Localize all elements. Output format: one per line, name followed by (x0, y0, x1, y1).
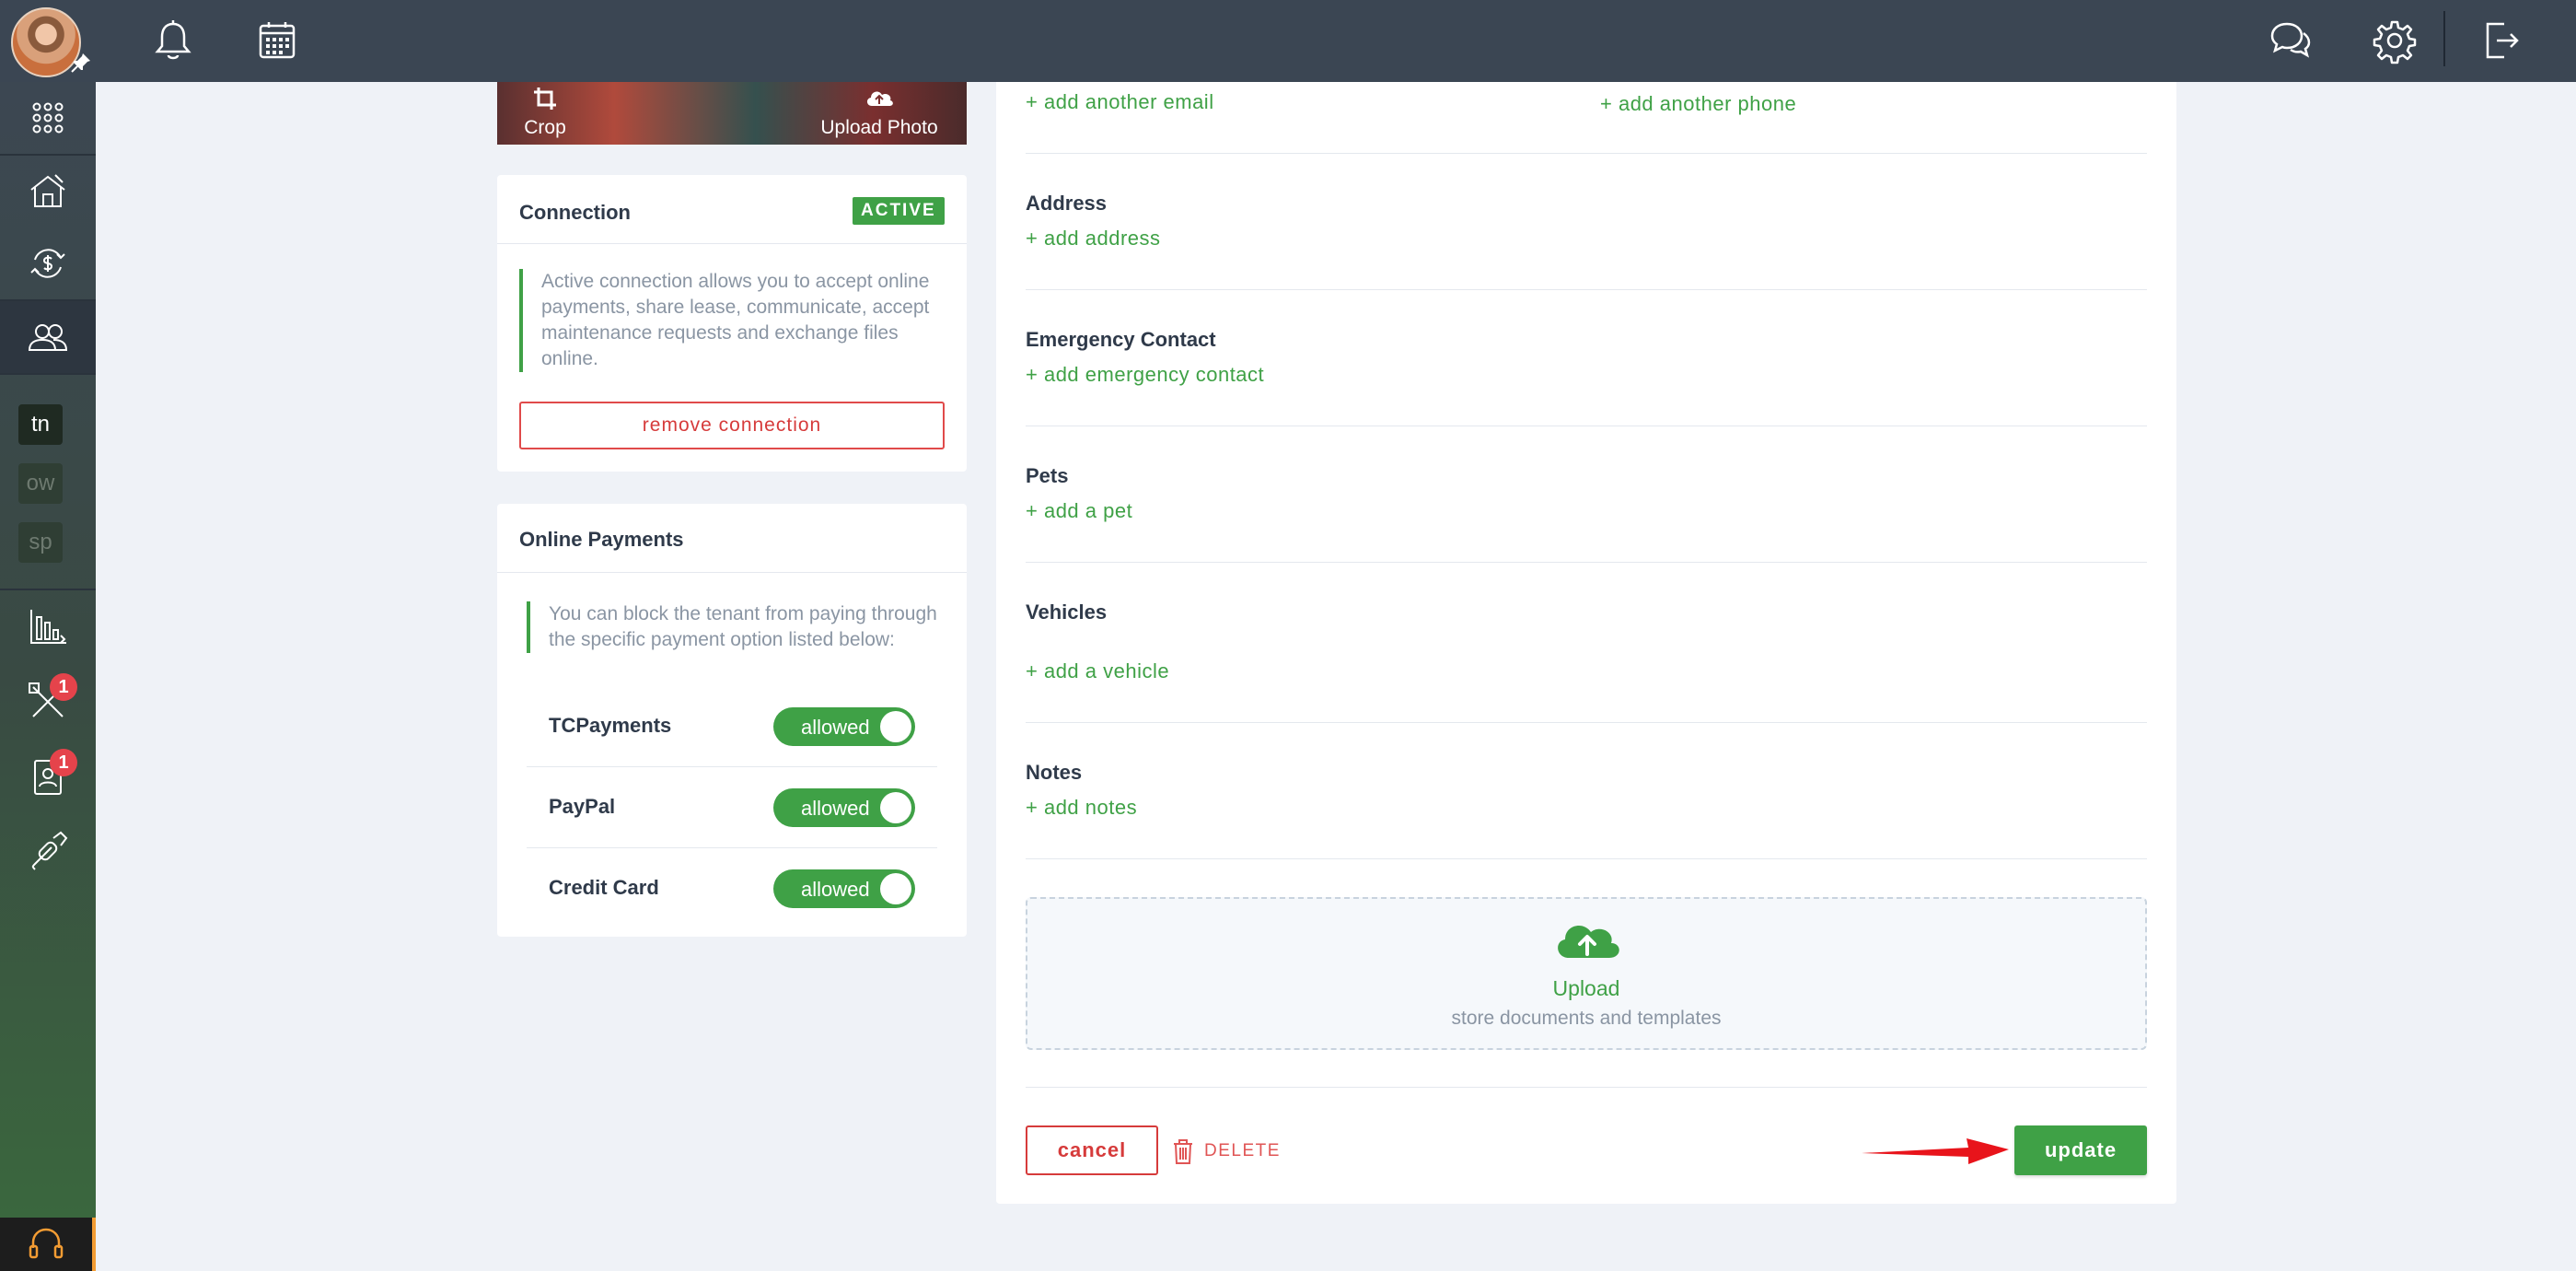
crop-button[interactable]: Crop (516, 82, 574, 145)
payment-option-label: PayPal (549, 795, 616, 818)
cancel-button[interactable]: cancel (1026, 1125, 1158, 1175)
paypal-toggle[interactable]: allowed (773, 788, 915, 827)
credit-card-toggle[interactable]: allowed (773, 869, 915, 908)
upload-subtitle: store documents and templates (1451, 1008, 1722, 1029)
logout-icon[interactable] (2477, 17, 2524, 64)
sidebar-support[interactable] (0, 1218, 96, 1271)
toggle-state: allowed (801, 797, 870, 820)
section-divider (1026, 153, 2147, 154)
toggle-state: allowed (801, 878, 870, 901)
connection-title: Connection (519, 201, 631, 224)
add-notes-link[interactable]: + add notes (1026, 796, 1137, 820)
red-arrow-annotation (1862, 1138, 2009, 1164)
document-upload-dropzone[interactable]: Upload store documents and templates (1026, 897, 2147, 1050)
sidebar-item-payments[interactable] (0, 227, 96, 299)
section-divider (1026, 858, 2147, 859)
remove-connection-button[interactable]: remove connection (519, 402, 945, 449)
toggle-state: allowed (801, 716, 870, 739)
sidebar-item-people[interactable] (0, 301, 96, 373)
status-badge: ACTIVE (853, 197, 945, 225)
sidebar-tag-owners[interactable]: ow (18, 463, 63, 504)
toggle-knob (880, 711, 911, 742)
delete-label: DELETE (1204, 1141, 1281, 1160)
connection-card: Connection ACTIVE Active connection allo… (497, 175, 967, 472)
card-divider (497, 572, 967, 573)
notification-badge: 1 (50, 749, 77, 776)
toggle-knob (880, 873, 911, 904)
topbar-divider (2443, 11, 2445, 66)
section-divider (1026, 289, 2147, 290)
pets-label: Pets (1026, 464, 1069, 487)
cloud-upload-icon (866, 91, 893, 106)
add-vehicle-link[interactable]: + add a vehicle (1026, 659, 1169, 683)
section-divider (1026, 1087, 2147, 1088)
add-another-phone-link[interactable]: + add another phone (1600, 92, 1796, 116)
sidebar-tag-tenants[interactable]: tn (18, 404, 63, 445)
notification-badge: 1 (50, 673, 77, 701)
add-address-link[interactable]: + add address (1026, 227, 1161, 251)
payment-option-label: Credit Card (549, 876, 659, 899)
online-payments-card: Online Payments You can block the tenant… (497, 504, 967, 937)
money-exchange-icon (30, 249, 65, 278)
sidebar-item-maintenance[interactable]: 1 (0, 666, 96, 738)
payment-option-label: TCPayments (549, 714, 672, 737)
toggle-knob (880, 792, 911, 823)
people-icon (28, 324, 68, 351)
link-chain-icon (31, 831, 68, 870)
online-payments-title: Online Payments (519, 528, 684, 551)
trash-icon (1174, 1139, 1192, 1164)
pin-icon[interactable] (70, 52, 92, 74)
sidebar-tag-service-pros[interactable]: sp (18, 522, 63, 563)
crop-label: Crop (524, 117, 566, 138)
update-button[interactable]: update (2014, 1125, 2147, 1175)
calendar-grid-icon[interactable] (253, 17, 301, 64)
crop-icon (534, 87, 556, 110)
section-divider (1026, 562, 2147, 563)
headset-icon (29, 1228, 64, 1259)
add-pet-link[interactable]: + add a pet (1026, 499, 1132, 523)
sidebar: tn ow sp 1 1 (0, 82, 96, 1271)
add-another-email-link[interactable]: + add another email (1026, 90, 1214, 114)
sidebar-divider (0, 373, 96, 375)
sidebar-item-applicants[interactable]: 1 (0, 741, 96, 813)
chat-icon[interactable] (2267, 17, 2315, 64)
sidebar-item-apps[interactable] (0, 82, 96, 154)
section-divider (1026, 722, 2147, 723)
tenant-photo: Crop Upload Photo (497, 82, 967, 145)
delete-button[interactable]: DELETE (1171, 1133, 1281, 1170)
gear-icon[interactable] (2371, 17, 2419, 64)
cloud-upload-icon (1558, 926, 1619, 958)
sidebar-item-integrations[interactable] (0, 815, 96, 887)
card-divider (497, 243, 967, 244)
row-divider (527, 766, 937, 767)
connection-description: Active connection allows you to accept o… (519, 269, 939, 372)
vehicles-label: Vehicles (1026, 601, 1108, 624)
address-label: Address (1026, 192, 1108, 215)
bell-icon[interactable] (149, 17, 197, 64)
emergency-contact-label: Emergency Contact (1026, 328, 1216, 351)
property-house-icon (30, 174, 65, 207)
tcpayments-toggle[interactable]: allowed (773, 707, 915, 746)
top-bar (0, 0, 2576, 82)
apps-grid-icon (32, 102, 64, 134)
notes-label: Notes (1026, 761, 1083, 784)
sidebar-item-properties[interactable] (0, 156, 96, 227)
sidebar-item-reports[interactable] (0, 590, 96, 662)
upload-photo-label: Upload Photo (820, 117, 938, 138)
upload-title: Upload (1552, 976, 1620, 1000)
upload-photo-button[interactable]: Upload Photo (810, 82, 948, 145)
reports-chart-icon (30, 610, 66, 644)
row-divider (527, 847, 937, 848)
add-emergency-contact-link[interactable]: + add emergency contact (1026, 363, 1264, 387)
online-payments-description: You can block the tenant from paying thr… (527, 601, 939, 653)
